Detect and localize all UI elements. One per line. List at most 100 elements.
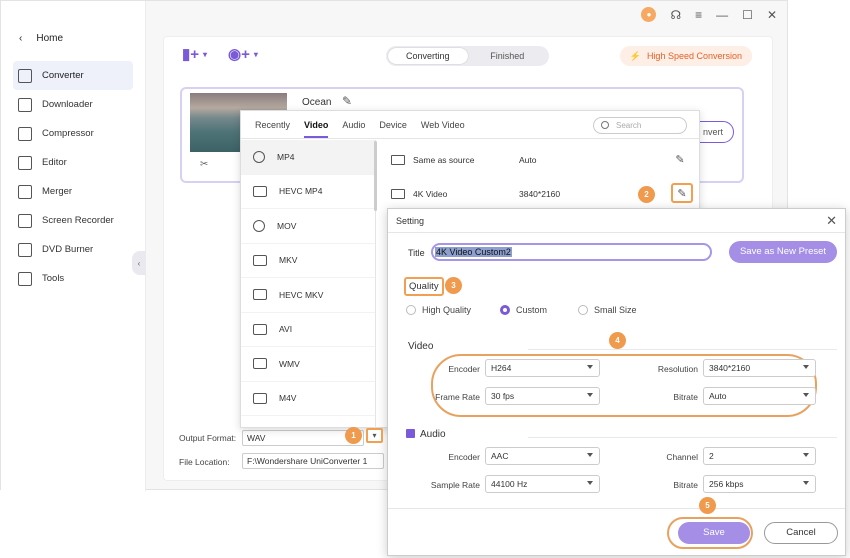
radio-high-quality[interactable]: High Quality	[406, 305, 471, 315]
edit-icon[interactable]: ✎	[671, 183, 693, 203]
video-section-label: Video	[408, 341, 434, 352]
audio-encoder-select[interactable]: AAC	[485, 447, 600, 465]
format-item[interactable]: MOV	[241, 209, 375, 244]
radio-custom[interactable]: Custom	[500, 305, 547, 315]
avatar[interactable]: ●	[641, 7, 657, 22]
sidebar-item-tools[interactable]: Tools	[13, 264, 133, 293]
screen-recorder-icon	[18, 213, 32, 228]
title-value: 4K Video Custom2	[435, 247, 512, 257]
title-input[interactable]: 4K Video Custom2	[431, 243, 712, 261]
dialog-title: Setting	[388, 209, 845, 233]
mp4-icon	[253, 150, 265, 163]
downloader-icon	[18, 97, 32, 112]
sidebar-item-merger[interactable]: Merger	[13, 177, 133, 206]
hevc-icon	[253, 289, 267, 301]
menu-icon[interactable]: ≡	[695, 8, 702, 22]
format-list: MP4 HEVC MP4 MOV MKV HEVC MKV AVI WMV M4…	[241, 140, 376, 429]
save-preset-button[interactable]: Save as New Preset	[729, 241, 837, 263]
cancel-button[interactable]: Cancel	[764, 522, 838, 544]
sidebar-item-compressor[interactable]: Compressor	[13, 119, 133, 148]
edit-icon[interactable]: ✎	[669, 149, 691, 169]
resolution-select[interactable]: 3840*2160	[703, 359, 816, 377]
audio-bitrate-select[interactable]: 256 kbps	[703, 475, 816, 493]
format-item[interactable]: AVI	[241, 313, 375, 347]
close-window-icon[interactable]: ✕	[767, 8, 777, 22]
add-file-icon: ▮+	[182, 46, 200, 63]
tab-video[interactable]: Video	[304, 120, 329, 138]
tab-converting[interactable]: Converting	[388, 48, 468, 64]
format-list-scrollbar[interactable]	[374, 141, 377, 211]
trim-icon[interactable]: ✂	[200, 159, 208, 170]
encoder-select[interactable]: H264	[485, 359, 600, 377]
quality-label: Quality	[404, 277, 444, 296]
tab-recently[interactable]: Recently	[255, 120, 290, 130]
format-item[interactable]: M4V	[241, 382, 375, 416]
rename-icon[interactable]: ✎	[342, 94, 352, 108]
frame-rate-select[interactable]: 30 fps	[485, 387, 600, 405]
resolution-label: Resolution	[657, 364, 698, 374]
window-controls: ● ☊ ≡ — ☐ ✕	[641, 7, 777, 22]
channel-label: Channel	[666, 452, 698, 462]
avi-icon	[253, 323, 267, 335]
add-files-button[interactable]: ▮+ ▾	[182, 45, 207, 63]
wmv-icon	[253, 358, 267, 370]
tab-finished[interactable]: Finished	[468, 48, 548, 64]
close-icon[interactable]: ✕	[826, 213, 837, 229]
step-badge-4: 4	[609, 332, 626, 349]
radio-circle	[578, 305, 588, 315]
home-link[interactable]: ‹ Home	[19, 33, 63, 44]
step-badge-2: 2	[638, 186, 655, 203]
collapse-sidebar-button[interactable]: ‹	[132, 251, 146, 275]
high-speed-conversion-button[interactable]: ⚡ High Speed Conversion	[619, 46, 752, 66]
format-item[interactable]: MP4	[241, 140, 375, 175]
sample-rate-select[interactable]: 44100 Hz	[485, 475, 600, 493]
frame-rate-label: Frame Rate	[435, 392, 480, 402]
video-quality-icon	[391, 188, 405, 199]
title-label: Title	[408, 248, 425, 258]
tab-web-video[interactable]: Web Video	[421, 120, 465, 130]
output-format-label: Output Format:	[179, 433, 237, 443]
radio-small-size[interactable]: Small Size	[578, 305, 637, 315]
mov-icon	[253, 219, 265, 232]
file-location-field[interactable]: F:\Wondershare UniConverter 1	[242, 453, 384, 469]
sidebar: ‹ Home Converter Downloader Compressor Ed…	[1, 1, 146, 491]
quality-row[interactable]: Same as source Auto ✎	[391, 143, 691, 176]
chevron-down-icon: ▾	[203, 49, 208, 59]
format-item[interactable]: HEVC MKV	[241, 278, 375, 313]
add-dvd-icon: ◉+	[228, 46, 250, 63]
support-icon[interactable]: ☊	[670, 8, 681, 22]
mkv-icon	[253, 254, 267, 266]
audio-checkbox[interactable]	[406, 429, 415, 438]
nav-list: Converter Downloader Compressor Editor M…	[13, 61, 133, 293]
file-location-label: File Location:	[179, 457, 230, 467]
maximize-icon[interactable]: ☐	[742, 8, 753, 22]
save-button[interactable]: Save	[678, 522, 750, 544]
sidebar-item-screen-recorder[interactable]: Screen Recorder	[13, 206, 133, 235]
tab-device[interactable]: Device	[379, 120, 407, 130]
output-format-dropdown-button[interactable]: ▾	[366, 428, 383, 443]
editor-icon	[18, 155, 32, 170]
sidebar-item-converter[interactable]: Converter	[13, 61, 133, 90]
format-search-input[interactable]: Search	[593, 117, 687, 134]
sample-rate-label: Sample Rate	[430, 480, 480, 490]
back-icon: ‹	[19, 33, 23, 44]
add-dvd-button[interactable]: ◉+ ▾	[228, 45, 258, 63]
radio-circle	[500, 305, 510, 315]
audio-section-label: Audio	[420, 429, 446, 440]
step-badge-5: 5	[699, 497, 716, 514]
format-item[interactable]: HEVC MP4	[241, 175, 375, 209]
sidebar-item-editor[interactable]: Editor	[13, 148, 133, 177]
bitrate-select[interactable]: Auto	[703, 387, 816, 405]
converter-icon	[18, 68, 32, 83]
format-item[interactable]: WMV	[241, 347, 375, 382]
channel-select[interactable]: 2	[703, 447, 816, 465]
format-item[interactable]: MKV	[241, 244, 375, 278]
m4v-icon	[253, 392, 267, 404]
tab-audio[interactable]: Audio	[342, 120, 365, 130]
radio-circle	[406, 305, 416, 315]
file-name: Ocean	[302, 97, 332, 108]
hevc-icon	[253, 185, 267, 197]
sidebar-item-downloader[interactable]: Downloader	[13, 90, 133, 119]
minimize-icon[interactable]: —	[716, 8, 728, 22]
sidebar-item-dvd-burner[interactable]: DVD Burner	[13, 235, 133, 264]
